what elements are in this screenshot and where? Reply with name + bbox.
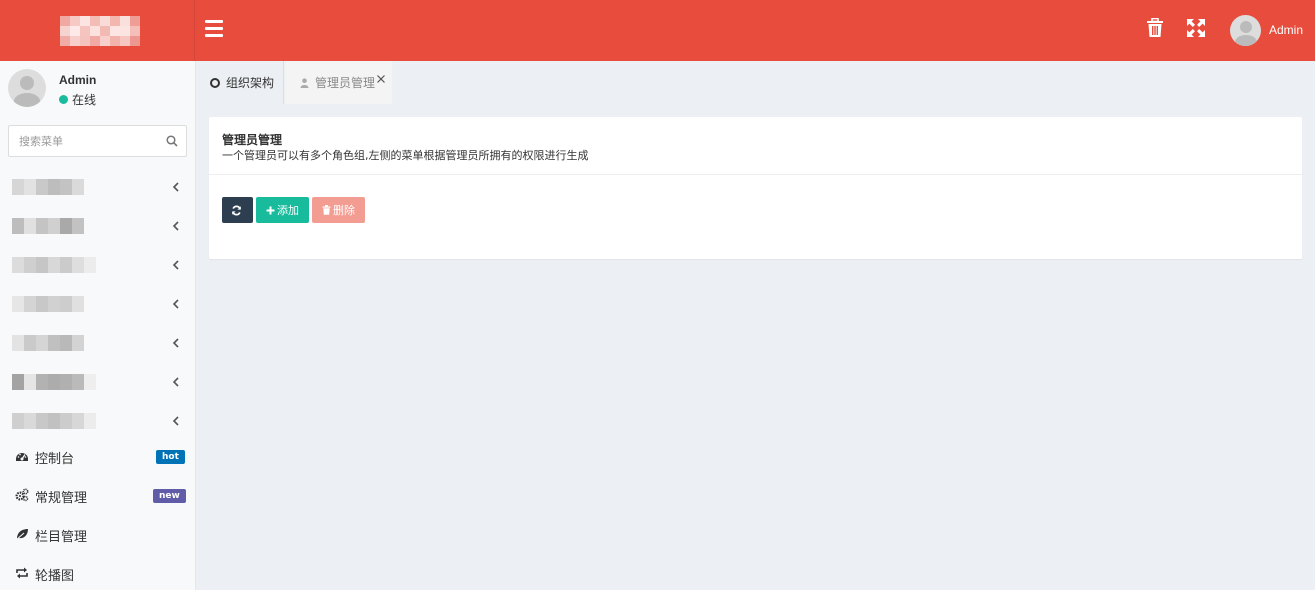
sidebar-item-columns[interactable]: 栏目管理 xyxy=(0,516,196,552)
sidebar-item-obscured-2[interactable] xyxy=(0,208,196,244)
tab-organization[interactable]: 组织架构 xyxy=(196,61,284,104)
sidebar-item-obscured-1[interactable] xyxy=(0,169,196,205)
header-user-name: Admin xyxy=(1269,23,1304,37)
close-icon[interactable] xyxy=(376,74,386,84)
avatar xyxy=(8,69,46,107)
sidebar-item-obscured-5[interactable] xyxy=(0,325,196,361)
page-title: 管理员管理 xyxy=(222,133,283,147)
obscured-label xyxy=(12,257,96,273)
sidebar-item-label: 轮播图 xyxy=(35,569,75,584)
chevron-left-icon xyxy=(172,221,179,231)
status-text: 在线 xyxy=(72,93,97,107)
obscured-label xyxy=(12,374,96,390)
obscured-label xyxy=(12,413,96,429)
sidebar-item-label: 控制台 xyxy=(35,452,75,467)
hot-badge: hot xyxy=(156,450,185,464)
plus-icon xyxy=(266,206,275,214)
panel-heading: 管理员管理 一个管理员可以有多个角色组,左侧的菜单根据管理员所拥有的权限进行生成 xyxy=(209,117,1302,175)
trash-icon xyxy=(1147,17,1163,37)
menu-toggle-button[interactable] xyxy=(205,20,225,40)
obscured-label xyxy=(12,179,84,195)
sidebar-item-general[interactable]: 常规管理 new xyxy=(0,477,196,513)
leaf-icon xyxy=(15,529,28,541)
sidebar-item-dashboard[interactable]: 控制台 hot xyxy=(0,438,196,474)
chevron-left-icon xyxy=(172,182,179,192)
fullscreen-button[interactable] xyxy=(1186,18,1208,42)
chevron-left-icon xyxy=(172,377,179,387)
add-button-label: 添加 xyxy=(277,204,299,217)
tab-admin-management[interactable]: 管理员管理 xyxy=(285,61,392,104)
chevron-left-icon xyxy=(172,338,179,348)
menu-search xyxy=(8,125,187,157)
obscured-label xyxy=(12,335,84,351)
expand-icon xyxy=(1187,19,1205,37)
avatar xyxy=(1230,14,1261,46)
dashboard-icon xyxy=(16,453,28,461)
page-description: 一个管理员可以有多个角色组,左侧的菜单根据管理员所拥有的权限进行生成 xyxy=(222,149,589,162)
chevron-left-icon xyxy=(172,416,179,426)
chevron-left-icon xyxy=(172,260,179,270)
user-status: 在线 xyxy=(59,91,96,108)
user-name: Admin xyxy=(59,73,97,87)
user-icon xyxy=(300,77,309,88)
trash-icon xyxy=(322,205,331,215)
sidebar-item-obscured-7[interactable] xyxy=(0,403,196,439)
delete-button-label: 删除 xyxy=(333,204,355,217)
retweet-icon xyxy=(16,567,28,579)
circle-o-icon xyxy=(210,77,220,88)
new-badge: new xyxy=(153,489,186,503)
user-panel: Admin 在线 xyxy=(8,69,188,109)
refresh-button[interactable] xyxy=(222,197,253,223)
bars-icon xyxy=(205,20,223,23)
logo-pixelated xyxy=(60,16,140,46)
cogs-icon xyxy=(15,488,29,502)
tab-label: 组织架构 xyxy=(226,76,275,90)
clear-cache-button[interactable] xyxy=(1146,17,1168,42)
sidebar-item-label: 常规管理 xyxy=(35,491,88,506)
sidebar-item-carousel[interactable]: 轮播图 xyxy=(0,555,196,590)
search-input[interactable] xyxy=(9,126,159,156)
obscured-label xyxy=(12,218,84,234)
logo[interactable] xyxy=(0,0,195,61)
obscured-label xyxy=(12,296,84,312)
sidebar-item-obscured-4[interactable] xyxy=(0,286,196,322)
content-panel: 管理员管理 一个管理员可以有多个角色组,左侧的菜单根据管理员所拥有的权限进行生成… xyxy=(209,117,1302,259)
chevron-left-icon xyxy=(172,299,179,309)
add-button[interactable]: 添加 xyxy=(256,197,309,223)
sidebar-item-obscured-3[interactable] xyxy=(0,247,196,283)
header-user-menu[interactable]: Admin xyxy=(1230,12,1303,48)
delete-button[interactable]: 删除 xyxy=(312,197,365,223)
tab-bar: 组织架构 管理员管理 xyxy=(196,61,1315,104)
sidebar: Admin 在线 搜索菜单 控制台 hot 常规管理 new 栏目管理 轮播图 xyxy=(0,61,196,590)
search-icon[interactable] xyxy=(166,135,178,147)
tab-label: 管理员管理 xyxy=(315,76,376,90)
sidebar-item-obscured-6[interactable] xyxy=(0,364,196,400)
online-status-dot xyxy=(59,95,68,104)
refresh-icon xyxy=(232,205,241,215)
top-header: Admin xyxy=(0,0,1315,61)
sidebar-item-label: 栏目管理 xyxy=(35,530,88,545)
